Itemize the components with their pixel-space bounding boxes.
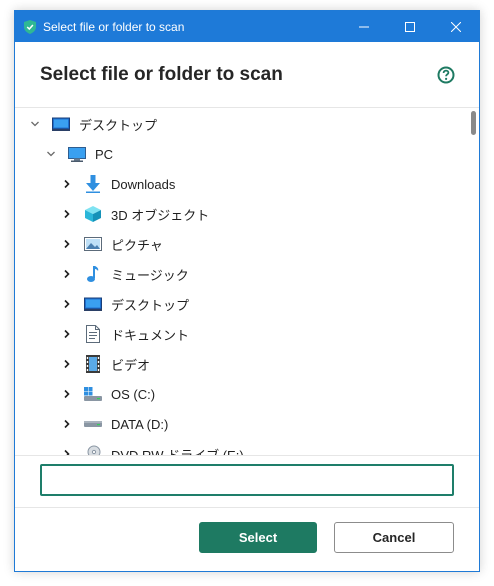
folder-tree[interactable]: デスクトップ PC Downloads 3D オブジェクト ピクチャ ミュージッ… — [15, 108, 479, 456]
chevron-down-icon[interactable] — [28, 117, 42, 131]
tree-item-label: デスクトップ — [79, 117, 158, 133]
pictures-icon — [83, 234, 103, 254]
tree-item-drive-d[interactable]: DATA (D:) — [15, 409, 461, 439]
scrollbar-thumb[interactable] — [471, 111, 476, 135]
dialog-header: Select file or folder to scan — [15, 42, 479, 108]
dialog-footer: Select Cancel — [15, 508, 479, 572]
maximize-icon — [405, 21, 415, 32]
tree-item-pictures[interactable]: ピクチャ — [15, 229, 461, 259]
music-icon — [83, 264, 103, 284]
tree-item-label: ミュージック — [111, 267, 189, 283]
chevron-right-icon[interactable] — [60, 297, 74, 311]
tree-item-label: ビデオ — [111, 357, 151, 373]
tree-item-label: PC — [95, 146, 114, 162]
tree-item-label: ドキュメント — [111, 327, 190, 343]
tree-item-label: DVD RW ドライブ (E:) — [111, 447, 244, 456]
title-bar[interactable]: Select file or folder to scan — [15, 11, 479, 42]
tree-item-label: Downloads — [111, 176, 176, 192]
drive-d-icon — [83, 414, 103, 434]
tree-item-music[interactable]: ミュージック — [15, 259, 461, 289]
desktop-icon — [83, 294, 103, 314]
chevron-right-icon[interactable] — [60, 447, 74, 455]
select-file-dialog: Select file or folder to scan Select fil… — [14, 10, 480, 572]
chevron-right-icon[interactable] — [60, 267, 74, 281]
select-button[interactable]: Select — [199, 522, 317, 553]
videos-icon — [83, 354, 103, 374]
tree-item-downloads[interactable]: Downloads — [15, 169, 461, 199]
minimize-button[interactable] — [341, 11, 387, 42]
tree-item-dvd-drive[interactable]: DVD RW ドライブ (E:) — [15, 439, 461, 456]
dvd-drive-icon — [83, 444, 103, 455]
tree-item-desktop-root[interactable]: デスクトップ — [15, 109, 461, 139]
chevron-right-icon[interactable] — [60, 177, 74, 191]
chevron-right-icon[interactable] — [60, 357, 74, 371]
tree-item-label: DATA (D:) — [111, 416, 169, 432]
maximize-button[interactable] — [387, 11, 433, 42]
tree-scrollbar[interactable] — [469, 108, 477, 455]
chevron-right-icon[interactable] — [60, 417, 74, 431]
help-icon[interactable] — [437, 66, 455, 84]
desktop-icon — [51, 114, 71, 134]
chevron-right-icon[interactable] — [60, 207, 74, 221]
tree-item-label: ピクチャ — [111, 237, 163, 253]
kaspersky-shield-icon — [19, 11, 41, 42]
pc-icon — [67, 144, 87, 164]
tree-item-documents[interactable]: ドキュメント — [15, 319, 461, 349]
minimize-icon — [359, 26, 369, 27]
chevron-right-icon[interactable] — [60, 327, 74, 341]
tree-item-label: 3D オブジェクト — [111, 207, 210, 223]
tree-item-label: デスクトップ — [111, 297, 190, 313]
tree-item-videos[interactable]: ビデオ — [15, 349, 461, 379]
tree-item-drive-c[interactable]: OS (C:) — [15, 379, 461, 409]
drive-c-icon — [83, 384, 103, 404]
documents-icon — [83, 324, 103, 344]
path-area — [15, 456, 479, 508]
path-input[interactable] — [40, 464, 454, 496]
chevron-right-icon[interactable] — [60, 387, 74, 401]
3d-objects-icon — [83, 204, 103, 224]
tree-item-label: OS (C:) — [111, 386, 156, 402]
tree-item-pc[interactable]: PC — [15, 139, 461, 169]
downloads-icon — [83, 174, 103, 194]
chevron-down-icon[interactable] — [44, 147, 58, 161]
cancel-button[interactable]: Cancel — [334, 522, 454, 553]
tree-item-desktop[interactable]: デスクトップ — [15, 289, 461, 319]
window-controls — [341, 11, 479, 42]
close-icon — [451, 21, 461, 32]
close-button[interactable] — [433, 11, 479, 42]
window-title: Select file or folder to scan — [43, 19, 185, 34]
chevron-right-icon[interactable] — [60, 237, 74, 251]
dialog-heading: Select file or folder to scan — [40, 63, 283, 85]
tree-item-3d-objects[interactable]: 3D オブジェクト — [15, 199, 461, 229]
